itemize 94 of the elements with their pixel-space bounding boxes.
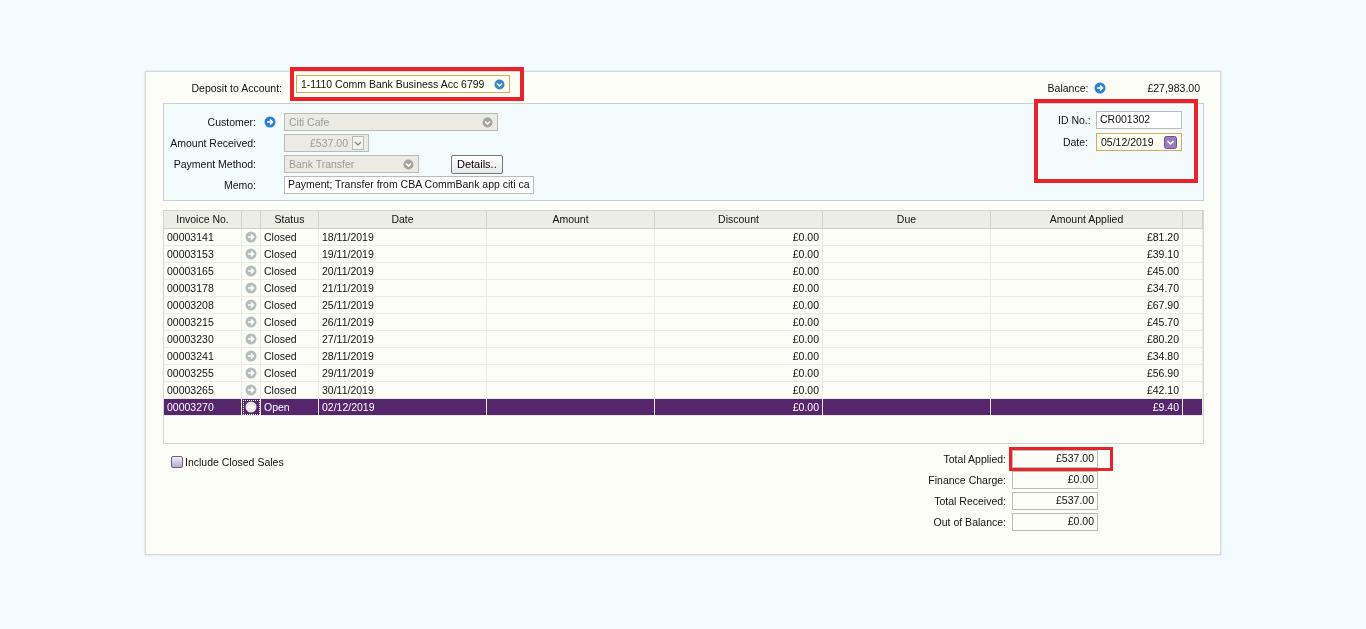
dropdown-icon[interactable] — [494, 78, 505, 90]
column-header: Invoice No. — [164, 211, 242, 229]
table-cell: £9.40 — [991, 399, 1183, 416]
table-cell: 20/11/2019 — [319, 263, 487, 280]
field-label: Out of Balance: — [932, 516, 1007, 528]
total-field: £0.00 — [1012, 471, 1098, 489]
table-cell: £0.00 — [655, 280, 823, 297]
account-combo[interactable]: 1-1110 Comm Bank Business Acc 6799 — [296, 75, 510, 93]
table-cell: £45.70 — [991, 314, 1183, 331]
field-label: Total Received: — [933, 495, 1007, 507]
table-cell: £0.00 — [655, 331, 823, 348]
field-label: Date: — [1061, 136, 1089, 148]
field-label: Payment Method: — [172, 158, 257, 170]
column-header: Discount — [655, 211, 823, 229]
field-label: Memo: — [222, 179, 257, 191]
table-cell: 25/11/2019 — [319, 297, 487, 314]
invoice-row[interactable]: 00003208 Closed 25/11/2019 £0.00 £67.90 — [164, 297, 1203, 314]
table-cell: £34.80 — [991, 348, 1183, 365]
table-cell: £0.00 — [655, 297, 823, 314]
column-header: Status — [261, 211, 319, 229]
table-cell: £0.00 — [655, 263, 823, 280]
table-cell: 00003270 — [164, 399, 242, 416]
invoice-row[interactable]: 00003270 Open 02/12/2019 £0.00 £9.40 — [164, 399, 1203, 416]
table-cell: £0.00 — [655, 314, 823, 331]
table-cell: 00003255 — [164, 365, 242, 382]
table-cell: £80.20 — [991, 331, 1183, 348]
table-cell: 21/11/2019 — [319, 280, 487, 297]
table-cell: 00003208 — [164, 297, 242, 314]
table-cell: 00003241 — [164, 348, 242, 365]
invoice-row[interactable]: 00003215 Closed 26/11/2019 £0.00 £45.70 — [164, 314, 1203, 331]
table-cell: 18/11/2019 — [319, 229, 487, 246]
memo-field[interactable]: Payment; Transfer from CBA CommBank app citi ca — [284, 176, 534, 194]
invoice-row[interactable]: 00003230 Closed 27/11/2019 £0.00 £80.20 — [164, 331, 1203, 348]
column-header: Amount Applied — [991, 211, 1183, 229]
date-field[interactable]: 05/12/2019 — [1096, 133, 1182, 151]
column-header: Date — [319, 211, 487, 229]
table-cell: £0.00 — [655, 365, 823, 382]
table-cell: 00003141 — [164, 229, 242, 246]
total-field: £537.00 — [1012, 450, 1098, 468]
table-cell: 28/11/2019 — [319, 348, 487, 365]
table-cell: Closed — [261, 348, 319, 365]
invoice-row[interactable]: 00003153 Closed 19/11/2019 £0.00 £39.10 — [164, 246, 1203, 263]
field-label: Deposit to Account: — [190, 82, 283, 94]
table-cell: £0.00 — [655, 229, 823, 246]
table-cell: 29/11/2019 — [319, 365, 487, 382]
table-cell: 02/12/2019 — [319, 399, 487, 416]
table-cell: £56.90 — [991, 365, 1183, 382]
checkbox[interactable] — [171, 456, 183, 468]
field-label: Amount Received: — [169, 137, 257, 149]
checkbox-label[interactable]: Include Closed Sales — [185, 456, 284, 468]
table-cell: Closed — [261, 314, 319, 331]
column-header: Amount — [487, 211, 655, 229]
details-button[interactable]: Details.. — [451, 154, 503, 174]
table-cell: 26/11/2019 — [319, 314, 487, 331]
id-field[interactable]: CR001302 — [1096, 111, 1182, 129]
table-cell: £0.00 — [655, 399, 823, 416]
table-cell: £81.20 — [991, 229, 1183, 246]
table-cell: 27/11/2019 — [319, 331, 487, 348]
table-cell: £0.00 — [655, 348, 823, 365]
table-cell: Closed — [261, 331, 319, 348]
invoice-row[interactable]: 00003178 Closed 21/11/2019 £0.00 £34.70 — [164, 280, 1203, 297]
table-cell: £39.10 — [991, 246, 1183, 263]
table-cell: 00003153 — [164, 246, 242, 263]
table-cell: 00003230 — [164, 331, 242, 348]
field-label: Finance Charge: — [927, 474, 1007, 486]
column-header: Due — [823, 211, 991, 229]
field-label: Balance: — [1047, 82, 1089, 94]
table-cell: 00003215 — [164, 314, 242, 331]
table-cell: Closed — [261, 229, 319, 246]
table-cell: 00003178 — [164, 280, 242, 297]
invoice-row[interactable]: 00003141 Closed 18/11/2019 £0.00 £81.20 — [164, 229, 1203, 246]
table-cell: £0.00 — [655, 246, 823, 263]
calendar-dropdown-icon[interactable] — [1164, 135, 1177, 149]
invoice-row[interactable]: 00003241 Closed 28/11/2019 £0.00 £34.80 — [164, 348, 1203, 365]
field-label: ID No.: — [1058, 114, 1092, 126]
table-cell: Open — [261, 399, 319, 416]
table-cell: 19/11/2019 — [319, 246, 487, 263]
table-cell: 00003165 — [164, 263, 242, 280]
table-cell: Closed — [261, 263, 319, 280]
total-field: £537.00 — [1012, 492, 1098, 510]
invoice-row[interactable]: 00003255 Closed 29/11/2019 £0.00 £56.90 — [164, 365, 1203, 382]
field-label: Customer: — [206, 116, 257, 128]
invoice-row[interactable]: 00003165 Closed 20/11/2019 £0.00 £45.00 — [164, 263, 1203, 280]
balance-value: £27,983.00 — [1147, 82, 1200, 94]
table-cell: Closed — [261, 365, 319, 382]
table-cell: £34.70 — [991, 280, 1183, 297]
table-cell: £67.90 — [991, 297, 1183, 314]
table-cell: Closed — [261, 297, 319, 314]
field-label: Total Applied: — [942, 453, 1007, 465]
table-cell: £45.00 — [991, 263, 1183, 280]
total-field: £0.00 — [1012, 513, 1098, 531]
table-cell: Closed — [261, 280, 319, 297]
table-cell: Closed — [261, 246, 319, 263]
arrow-circle-icon[interactable] — [245, 401, 257, 413]
